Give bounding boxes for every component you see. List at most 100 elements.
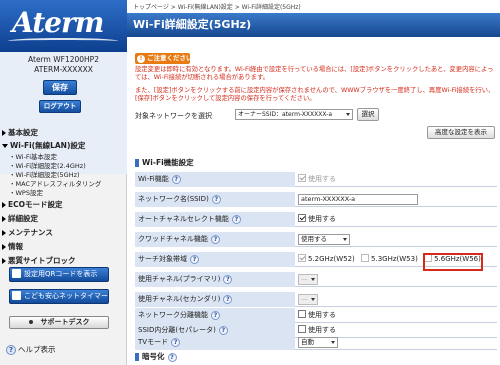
chevron-down-icon <box>311 277 315 281</box>
band-option-w53[interactable]: 5.3GHz(W53) <box>361 252 418 267</box>
arrow-right-icon <box>2 258 6 264</box>
auto-channel-checkbox[interactable] <box>298 214 306 222</box>
chevron-down-icon <box>343 237 347 241</box>
help-link-label: ヘルプ表示 <box>18 345 56 354</box>
help-icon[interactable]: ? <box>190 254 199 264</box>
nav-basic-settings[interactable]: 基本設定 <box>2 127 38 138</box>
secondary-channel-select[interactable]: — <box>298 293 318 305</box>
row-value: 使用する <box>295 232 497 247</box>
wifi-function-checkbox[interactable] <box>298 174 306 182</box>
help-link[interactable]: ? ヘルプ表示 <box>6 344 56 355</box>
help-icon[interactable]: ? <box>171 337 181 347</box>
model-id: ATERM-XXXXXX <box>34 65 93 74</box>
label-text: ネットワーク分離機能 <box>138 311 208 319</box>
support-desk-button[interactable]: サポートデスク <box>9 316 109 329</box>
tv-mode-value: 自動 <box>301 337 314 346</box>
row-label: ネットワーク名(SSID)? <box>135 192 295 207</box>
tv-mode-select[interactable]: 自動 <box>298 336 338 348</box>
checkbox-label: 使用する <box>308 215 336 223</box>
help-icon[interactable]: ? <box>211 310 220 320</box>
label-text: TVモード <box>138 338 169 346</box>
nav-eco[interactable]: ECOモード設定 <box>2 199 63 210</box>
quad-channel-select[interactable]: 使用する <box>298 233 350 245</box>
nav-label: 詳細設定 <box>8 214 38 223</box>
kids-timer-icon <box>12 290 21 300</box>
main-content: トップページ > Wi-Fi(無線LAN)設定 > Wi-Fi詳細設定(5GHz… <box>127 0 500 365</box>
help-icon: ? <box>6 345 16 355</box>
row-network-separation: ネットワーク分離機能? 使用する <box>135 308 497 323</box>
target-network-select[interactable]: オーナーSSID：aterm-XXXXXX-a <box>235 109 353 120</box>
label-text: 使用チャネル(プライマリ) <box>138 275 221 283</box>
checkbox-label: 使用する <box>308 311 336 319</box>
kids-timer-button[interactable]: こども安心ネットタイマー <box>9 289 109 304</box>
label-text: オートチャネルセレクト機能 <box>138 215 229 223</box>
ssid-input[interactable]: aterm-XXXXXX-a <box>298 193 418 205</box>
nav-label: ECOモード設定 <box>8 200 63 209</box>
nav-site-block[interactable]: 悪質サイトブロック <box>2 255 76 266</box>
section-title: Wi-Fi機能設定 <box>142 158 194 167</box>
band-option-w52[interactable]: 5.2GHz(W52) <box>298 252 355 267</box>
checkbox-label: 使用する <box>308 326 336 334</box>
help-icon[interactable]: ? <box>211 194 221 204</box>
row-primary-channel: 使用チャネル(プライマリ)? — <box>135 272 497 287</box>
band-w53-checkbox[interactable] <box>361 254 370 262</box>
band-label: 5.2GHz(W52) <box>308 255 355 263</box>
network-separation-checkbox[interactable] <box>298 310 306 318</box>
help-icon[interactable]: ? <box>218 325 228 335</box>
help-icon[interactable]: ? <box>167 352 177 362</box>
section-encryption: 暗号化? <box>135 351 177 362</box>
target-network-value: オーナーSSID：aterm-XXXXXX-a <box>238 111 333 118</box>
row-tv-mode: TVモード? 自動 <box>135 335 497 350</box>
row-label: TVモード? <box>135 335 295 350</box>
row-value: 使用する <box>295 308 497 323</box>
ssid-separator-checkbox[interactable] <box>298 325 306 333</box>
row-wifi-function: Wi-Fi機能? 使用する <box>135 172 497 187</box>
nav-maintenance[interactable]: メンテナンス <box>2 227 53 238</box>
quad-channel-value: 使用する <box>301 234 327 243</box>
qr-code-button[interactable]: 設定用QRコードを表示 <box>9 267 109 282</box>
model-name: Aterm WF1200HP2 <box>28 55 99 64</box>
primary-channel-select[interactable]: — <box>298 273 318 285</box>
logo-swoosh <box>8 38 118 44</box>
nav-info[interactable]: 情報 <box>2 241 23 252</box>
help-icon[interactable]: ? <box>171 174 181 184</box>
label-text: サーチ対象帯域 <box>138 255 187 263</box>
aterm-logo-area: Aterm <box>0 0 127 52</box>
row-ssid: ネットワーク名(SSID)? aterm-XXXXXX-a <box>135 192 497 207</box>
primary-channel-value: — <box>301 274 308 283</box>
row-label: ネットワーク分離機能? <box>135 308 295 323</box>
page-title: Wi-Fi詳細設定(5GHz) <box>127 13 500 37</box>
arrow-down-icon <box>2 144 8 148</box>
nav-wps[interactable]: ・WPS設定 <box>9 187 43 197</box>
section-bar <box>135 353 139 361</box>
nav-wifi-settings[interactable]: Wi-Fi(無線LAN)設定 <box>2 140 85 151</box>
chevron-down-icon <box>331 340 335 344</box>
support-desk-label: サポートデスク <box>40 318 90 326</box>
nav-detail[interactable]: 詳細設定 <box>2 213 38 224</box>
help-icon[interactable]: ? <box>210 234 220 244</box>
highlight-box <box>423 253 483 271</box>
qr-code-button-label: 設定用QRコードを表示 <box>24 270 98 278</box>
row-label: Wi-Fi機能? <box>135 172 295 187</box>
chevron-down-icon <box>311 297 315 301</box>
row-value: 使用する <box>295 212 497 227</box>
secondary-channel-value: — <box>301 294 308 303</box>
nav-label: 悪質サイトブロック <box>8 256 76 265</box>
label-text: ネットワーク名(SSID) <box>138 195 209 203</box>
notice-badge: ! ご注意ください <box>135 53 193 64</box>
nav-label: Wi-Fi(無線LAN)設定 <box>10 141 86 150</box>
advanced-settings-button[interactable]: 高度な設定を表示 <box>427 126 495 139</box>
save-button[interactable]: 保存 <box>43 80 77 95</box>
row-label: サーチ対象帯域? <box>135 252 295 267</box>
band-w52-checkbox[interactable] <box>298 254 306 262</box>
help-icon[interactable]: ? <box>223 294 233 304</box>
select-button[interactable]: 選択 <box>357 108 379 121</box>
label-text: 使用チャネル(セカンダリ) <box>138 295 221 303</box>
label-text: SSID内分離(セパレータ) <box>138 326 216 334</box>
kids-timer-button-label: こども安心ネットタイマー <box>24 292 108 300</box>
arrow-right-icon <box>2 130 6 136</box>
help-icon[interactable]: ? <box>231 214 241 224</box>
help-icon[interactable]: ? <box>223 274 233 284</box>
row-auto-channel: オートチャネルセレクト機能? 使用する <box>135 212 497 227</box>
logout-button[interactable]: ログアウト <box>39 100 81 113</box>
